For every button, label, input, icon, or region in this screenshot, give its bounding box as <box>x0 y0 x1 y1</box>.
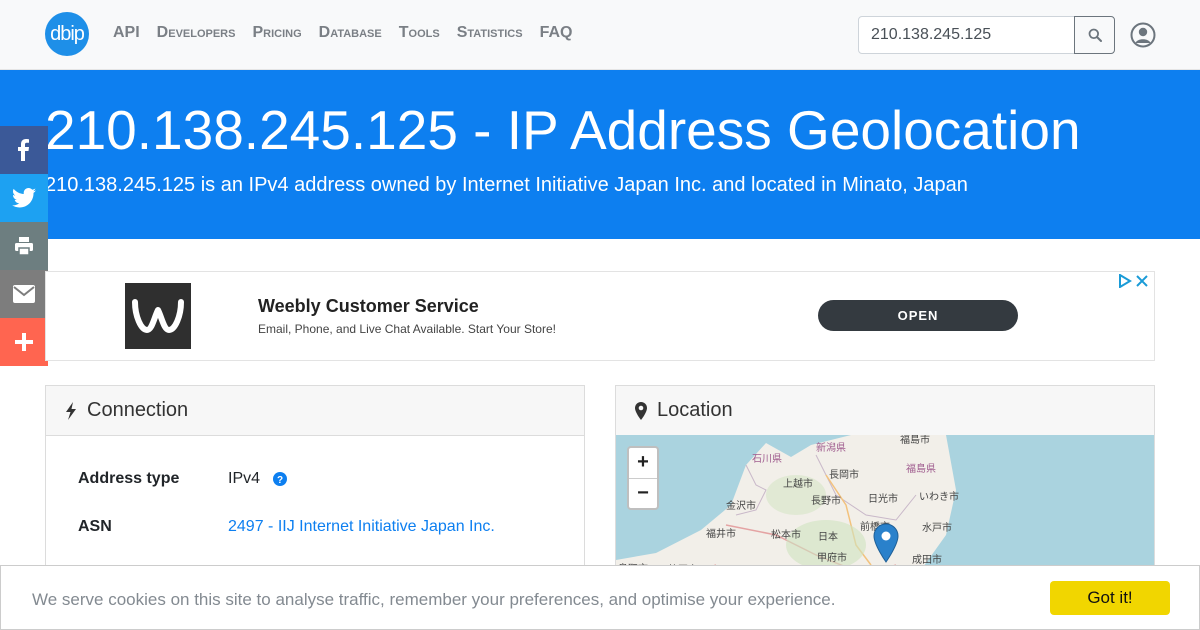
address-type-label: Address type <box>78 470 180 487</box>
map-label: 石川県 <box>752 454 782 465</box>
asn-label: ASN <box>78 518 112 535</box>
ad-description: Email, Phone, and Live Chat Available. S… <box>258 322 556 336</box>
adchoices-icon[interactable] <box>1118 274 1132 288</box>
print-icon <box>15 237 33 256</box>
nav-faq[interactable]: FAQ <box>540 24 573 42</box>
weebly-w-icon <box>132 299 184 333</box>
search-button[interactable] <box>1074 16 1115 54</box>
map-label: 福井市 <box>706 529 736 540</box>
nav-tools[interactable]: Tools <box>399 24 440 42</box>
connection-title: Connection <box>87 399 189 421</box>
cookie-text: We serve cookies on this site to analyse… <box>32 590 836 609</box>
help-icon[interactable]: ? <box>273 472 288 486</box>
email-share-button[interactable] <box>0 270 48 318</box>
nav-database[interactable]: Database <box>319 24 382 42</box>
share-sidebar <box>0 126 48 366</box>
asn-row: ASN 2497 - IIJ Internet Initiative Japan… <box>78 518 495 536</box>
ad-open-button[interactable]: OPEN <box>818 300 1018 331</box>
connection-card-header: Connection <box>46 386 584 436</box>
location-card-header: Location <box>616 386 1154 436</box>
map-label: 松本市 <box>771 530 801 541</box>
map-label: 長岡市 <box>829 470 859 481</box>
page-title: 210.138.245.125 - IP Address Geolocation <box>45 99 1081 161</box>
map-label: いわき市 <box>919 492 959 503</box>
map-label: 日本 <box>818 532 838 543</box>
nav-links: API Developers Pricing Database Tools St… <box>113 24 589 42</box>
facebook-icon <box>18 139 29 161</box>
search-icon <box>1088 28 1102 42</box>
nav-statistics[interactable]: Statistics <box>457 24 523 42</box>
advertisement[interactable]: Weebly Customer Service Email, Phone, an… <box>45 271 1155 361</box>
close-ad-icon[interactable] <box>1136 274 1148 288</box>
plus-icon <box>15 333 33 351</box>
address-type-row: Address type IPv4 ? <box>78 470 288 488</box>
location-title: Location <box>657 399 733 421</box>
address-type-value: IPv4 <box>228 470 261 487</box>
email-icon <box>13 285 35 303</box>
page-subtitle: 210.138.245.125 is an IPv4 address owned… <box>45 174 968 196</box>
map-label: 福島県 <box>906 464 936 475</box>
map-label: 水戸市 <box>922 523 952 534</box>
ip-search-input[interactable] <box>858 16 1075 54</box>
nav-developers[interactable]: Developers <box>157 24 236 42</box>
map-label: 金沢市 <box>726 501 756 512</box>
ad-title[interactable]: Weebly Customer Service <box>258 296 479 317</box>
zoom-control: + − <box>627 446 659 510</box>
nav-api[interactable]: API <box>113 24 140 42</box>
asn-link[interactable]: 2497 - IIJ Internet Initiative Japan Inc… <box>228 518 495 536</box>
nav-pricing[interactable]: Pricing <box>252 24 301 42</box>
navbar: dbip API Developers Pricing Database Too… <box>0 0 1200 70</box>
dbip-logo[interactable]: dbip <box>45 12 89 56</box>
zoom-in-button[interactable]: + <box>629 448 657 478</box>
map-label: 長野市 <box>811 496 841 507</box>
map-label: 成田市 <box>912 555 942 566</box>
twitter-share-button[interactable] <box>0 174 48 222</box>
location-pin-icon[interactable] <box>873 523 899 563</box>
print-share-button[interactable] <box>0 222 48 270</box>
ad-choices[interactable] <box>1118 274 1148 288</box>
twitter-icon <box>12 188 36 208</box>
map-label: 甲府市 <box>817 553 847 564</box>
hero-banner: 210.138.245.125 - IP Address Geolocation… <box>0 70 1200 239</box>
map-label: 日光市 <box>868 494 898 505</box>
user-account-icon[interactable] <box>1130 22 1156 48</box>
facebook-share-button[interactable] <box>0 126 48 174</box>
map-label: 上越市 <box>783 479 813 490</box>
map-label: 福島市 <box>900 435 930 446</box>
zoom-out-button[interactable]: − <box>629 478 657 508</box>
map-label: 新潟県 <box>816 443 846 454</box>
weebly-logo <box>125 283 191 349</box>
svg-text:?: ? <box>277 475 283 486</box>
bolt-icon <box>66 401 76 420</box>
more-share-button[interactable] <box>0 318 48 366</box>
cookie-banner: We serve cookies on this site to analyse… <box>0 565 1200 630</box>
cookie-accept-button[interactable]: Got it! <box>1050 581 1170 615</box>
map-marker-icon <box>635 401 647 420</box>
